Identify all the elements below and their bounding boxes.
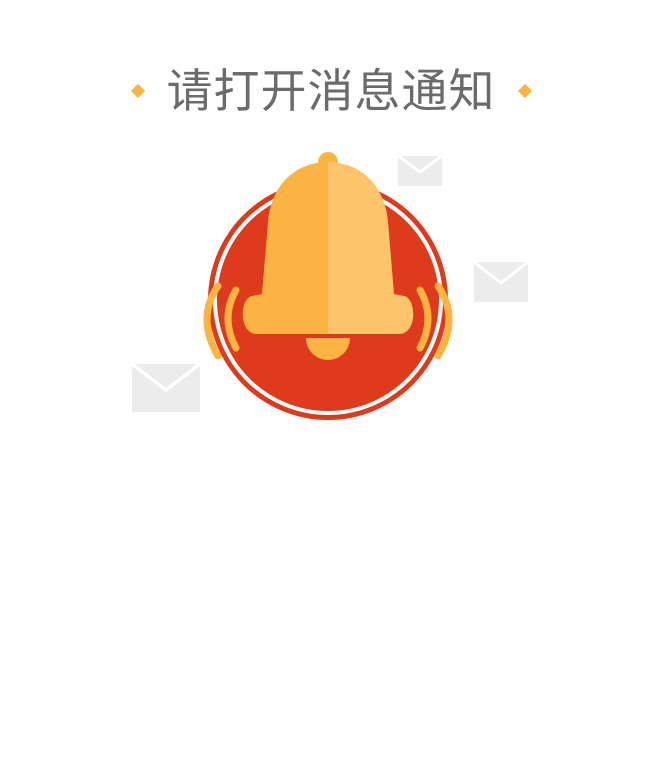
- bell-icon: [242, 152, 414, 360]
- notification-illustration: [130, 152, 529, 420]
- envelope-icon-left: [130, 362, 202, 412]
- envelope-icon-top-right: [397, 154, 443, 186]
- envelope-icon-right: [473, 260, 529, 302]
